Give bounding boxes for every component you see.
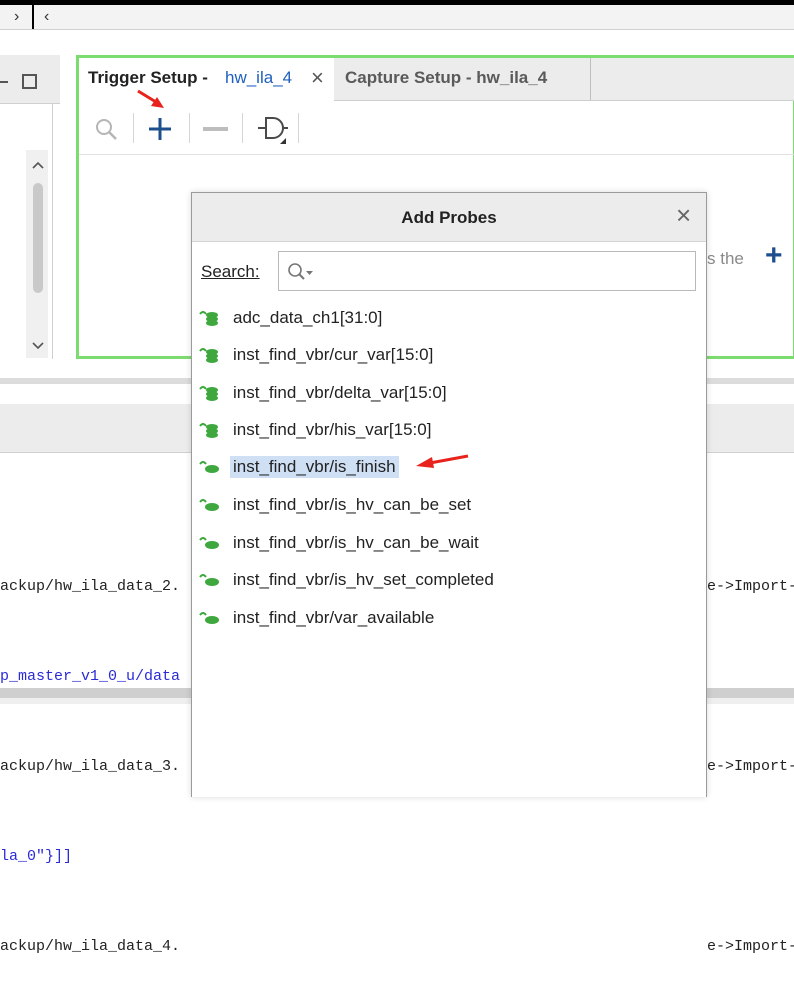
console-line: e->Import- [707, 758, 794, 775]
bit-probe-icon [199, 612, 219, 624]
remove-probe-button[interactable] [203, 127, 228, 131]
panel-hint-text: s the [707, 249, 744, 268]
bus-probe-icon [199, 423, 218, 438]
trigger-toolbar [79, 104, 794, 155]
red-arrow-annotation [137, 89, 164, 108]
add-probe-button[interactable] [147, 116, 173, 142]
maximize-icon[interactable] [22, 74, 37, 89]
console-left-text: ackup/hw_ila_data_2. p_master_v1_0_u/dat… [0, 512, 180, 992]
bus-probe-icon [199, 311, 218, 326]
bus-probe-icon [199, 348, 218, 363]
scroll-down-icon[interactable] [31, 341, 45, 351]
tab-trigger-setup-target: hw_ila_4 [225, 68, 293, 87]
search-icon [288, 263, 313, 280]
console-line: ackup/hw_ila_data_2. [0, 578, 181, 595]
console-line: ackup/hw_ila_data_4. [0, 938, 181, 955]
console-right-text: e->Import- e->Import- e->Import- [707, 512, 794, 992]
list-item[interactable]: inst_find_vbr/is_hv_can_be_wait [198, 527, 678, 561]
search-label: Search: [201, 262, 260, 281]
minimize-icon[interactable] [0, 81, 8, 83]
forward-chevron-icon[interactable]: › [14, 5, 19, 29]
top-divider [32, 5, 34, 29]
probe-label: inst_find_vbr/is_hv_can_be_wait [233, 533, 479, 552]
search-input[interactable] [278, 251, 696, 291]
list-item[interactable]: inst_find_vbr/is_hv_can_be_set [198, 489, 678, 523]
console-line: e->Import- [707, 578, 794, 595]
tab-trigger-setup-label: Trigger Setup - [88, 68, 208, 87]
probe-label: inst_find_vbr/is_finish [230, 456, 399, 478]
trigger-gate-icon[interactable] [256, 114, 292, 146]
toolbar-separator [298, 113, 299, 143]
probe-label: inst_find_vbr/his_var[15:0] [233, 420, 432, 439]
red-arrow-annotation [416, 454, 469, 468]
console-line: e->Import- [707, 938, 794, 955]
list-item[interactable]: inst_find_vbr/his_var[15:0] [198, 414, 678, 448]
tab-trigger-setup[interactable]: Trigger Setup - hw_ila_4 × [79, 58, 334, 101]
dialog-title-bar: Add Probes × [192, 193, 706, 242]
list-item[interactable]: inst_find_vbr/var_available [198, 602, 678, 636]
tab-capture-setup[interactable]: Capture Setup - hw_ila_4 [336, 58, 591, 100]
toolbar-separator [242, 113, 243, 143]
list-item[interactable]: inst_find_vbr/is_hv_set_completed [198, 564, 678, 598]
close-icon[interactable]: × [676, 202, 691, 228]
toolbar-separator [133, 113, 134, 143]
left-pane-header [0, 55, 60, 104]
probe-label: adc_data_ch1[31:0] [233, 308, 383, 327]
list-item[interactable]: inst_find_vbr/delta_var[15:0] [198, 377, 678, 411]
back-chevron-icon[interactable]: ‹ [44, 5, 49, 29]
probe-label: inst_find_vbr/var_available [233, 608, 435, 627]
search-icon[interactable] [94, 117, 120, 143]
console-line: ackup/hw_ila_data_3. [0, 758, 181, 775]
scrollbar-thumb[interactable] [33, 183, 43, 293]
list-item[interactable]: inst_find_vbr/cur_var[15:0] [198, 339, 678, 373]
bit-probe-icon [199, 537, 219, 549]
probe-label: inst_find_vbr/cur_var[15:0] [233, 345, 434, 364]
tab-capture-setup-label: Capture Setup - hw_ila_4 [345, 68, 548, 87]
console-line: la_0"}]] [0, 848, 73, 865]
bit-probe-icon [199, 461, 219, 473]
bus-probe-icon [199, 386, 218, 401]
bit-probe-icon [199, 499, 219, 511]
scroll-up-icon[interactable] [31, 160, 45, 170]
probe-label: inst_find_vbr/delta_var[15:0] [233, 383, 447, 402]
probe-label: inst_find_vbr/is_hv_can_be_set [233, 495, 472, 514]
dialog-title: Add Probes [401, 208, 497, 227]
bit-probe-icon [199, 574, 219, 586]
panel-hint-add-icon[interactable]: + [765, 239, 783, 273]
probe-label: inst_find_vbr/is_hv_set_completed [233, 570, 494, 589]
list-item[interactable]: adc_data_ch1[31:0] [198, 302, 678, 336]
top-toolbar-row [0, 5, 794, 30]
tab-close-icon[interactable]: × [311, 65, 324, 91]
toolbar-separator [189, 113, 190, 143]
